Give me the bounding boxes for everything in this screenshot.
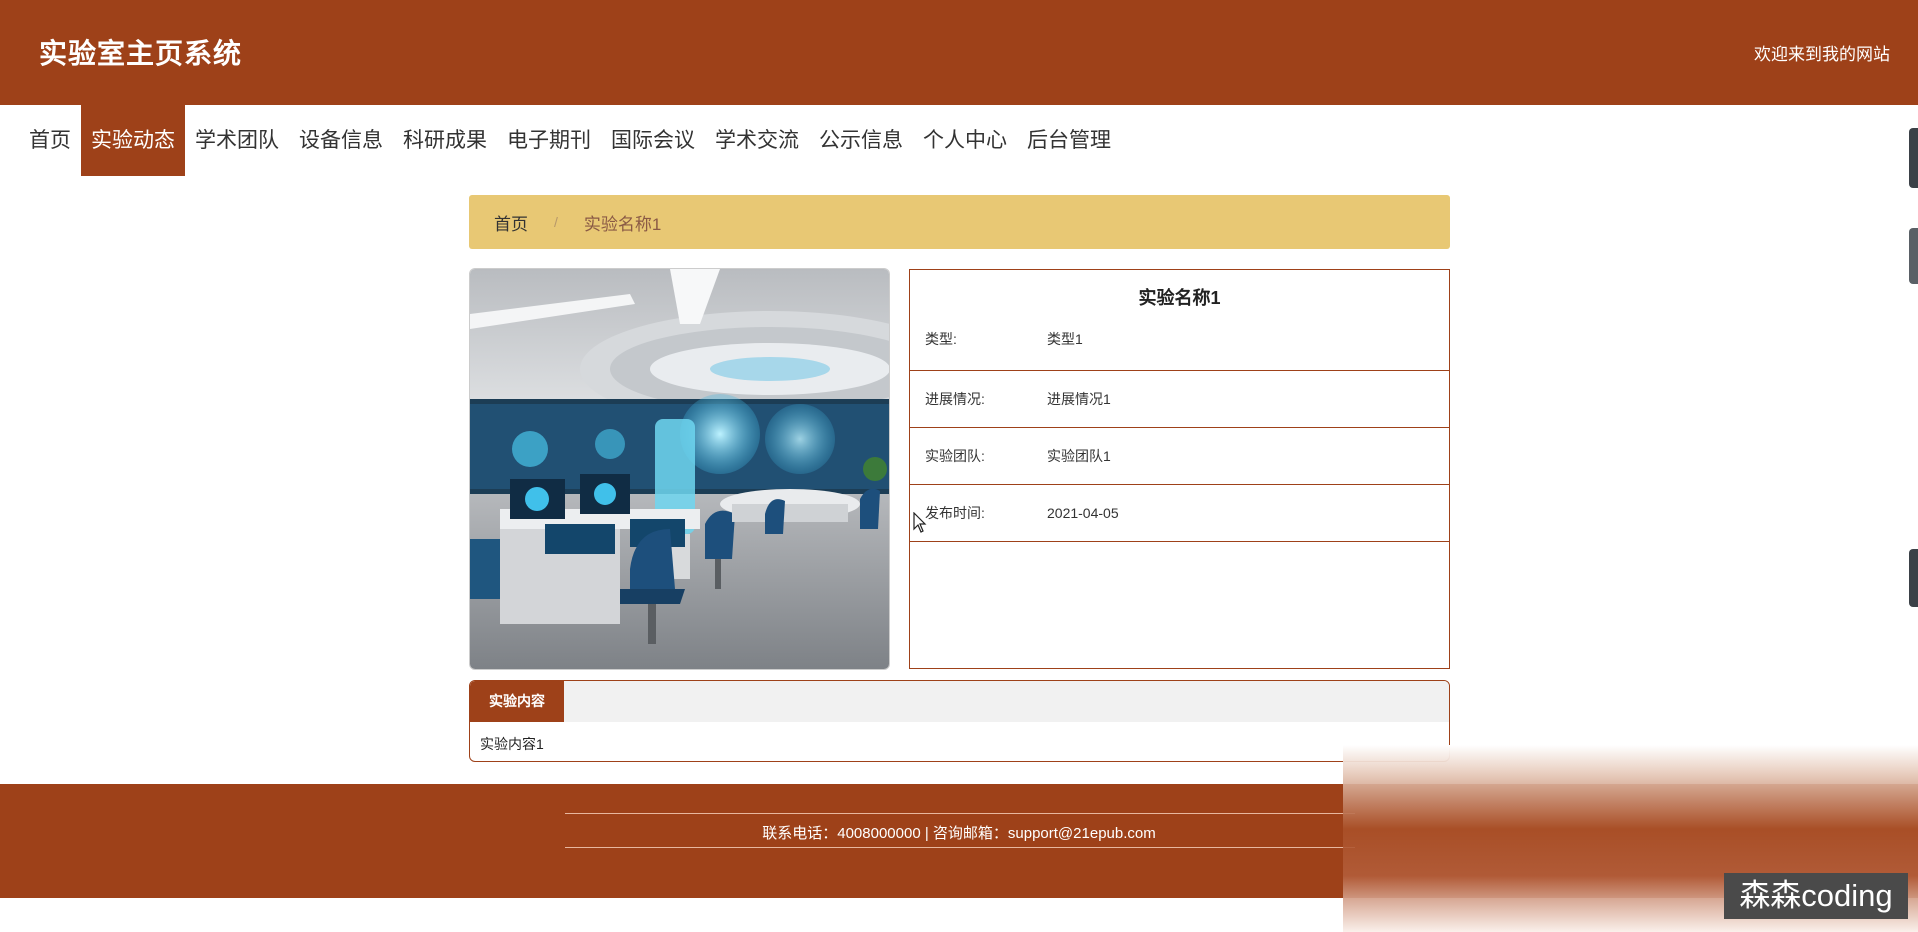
detail-row-publish-time: 发布时间: 2021-04-05: [910, 485, 1449, 542]
nav-item-notices[interactable]: 公示信息: [809, 105, 913, 176]
breadcrumb-current: 实验名称1: [583, 214, 662, 234]
side-widget-middle[interactable]: [1909, 228, 1918, 284]
detail-row-type: 类型: 类型1: [910, 317, 1449, 371]
nav-item-e-journal[interactable]: 电子期刊: [497, 105, 601, 176]
detail-row-progress: 进展情况: 进展情况1: [910, 371, 1449, 428]
nav-item-research-results[interactable]: 科研成果: [393, 105, 497, 176]
type-value: 类型1: [1047, 330, 1083, 347]
experiment-content-text: 实验内容1: [480, 736, 544, 752]
experiment-content-box: 实验内容 实验内容1: [469, 680, 1450, 762]
lab-photo-illustration: [470, 269, 889, 669]
nav-item-equipment[interactable]: 设备信息: [289, 105, 393, 176]
nav-item-conference[interactable]: 国际会议: [601, 105, 705, 176]
progress-label: 进展情况:: [925, 391, 985, 407]
content-tab-bar: 实验内容: [470, 681, 1449, 722]
watermark: 森森coding: [1724, 873, 1908, 919]
side-widget-bottom[interactable]: [1909, 549, 1918, 607]
team-label: 实验团队:: [925, 448, 985, 464]
publish-time-label: 发布时间:: [925, 505, 985, 521]
nav-item-admin[interactable]: 后台管理: [1017, 105, 1121, 176]
tab-experiment-content[interactable]: 实验内容: [470, 681, 564, 722]
detail-row-team: 实验团队: 实验团队1: [910, 428, 1449, 485]
main-nav: 首页 实验动态 学术团队 设备信息 科研成果 电子期刊 国际会议 学术交流 公示…: [19, 105, 1121, 176]
breadcrumb: 首页 / 实验名称1: [469, 195, 1450, 249]
breadcrumb-separator: /: [554, 214, 558, 230]
nav-item-home[interactable]: 首页: [19, 105, 81, 176]
welcome-text: 欢迎来到我的网站: [1754, 45, 1890, 65]
experiment-title: 实验名称1: [1138, 288, 1221, 308]
breadcrumb-home-link[interactable]: 首页: [494, 210, 528, 235]
footer-divider-bottom: [565, 847, 1355, 848]
nav-item-academic-exchange[interactable]: 学术交流: [705, 105, 809, 176]
type-label: 类型:: [925, 330, 957, 347]
nav-item-academic-team[interactable]: 学术团队: [185, 105, 289, 176]
progress-value: 进展情况1: [1047, 391, 1111, 407]
mouse-cursor-icon: [913, 512, 927, 533]
publish-time-value: 2021-04-05: [1047, 505, 1119, 521]
experiment-detail-panel: 实验名称1 类型: 类型1 进展情况: 进展情况1 实验团队: 实验团队1 发布…: [909, 269, 1450, 669]
site-title[interactable]: 实验室主页系统: [39, 32, 242, 72]
footer-divider-top: [565, 813, 1355, 814]
lab-photo: [469, 268, 890, 670]
team-value: 实验团队1: [1047, 448, 1111, 464]
nav-item-experiment-news[interactable]: 实验动态: [81, 105, 185, 176]
site-header: 实验室主页系统 欢迎来到我的网站: [0, 0, 1918, 105]
nav-item-personal-center[interactable]: 个人中心: [913, 105, 1017, 176]
side-widget-top[interactable]: [1909, 128, 1918, 188]
